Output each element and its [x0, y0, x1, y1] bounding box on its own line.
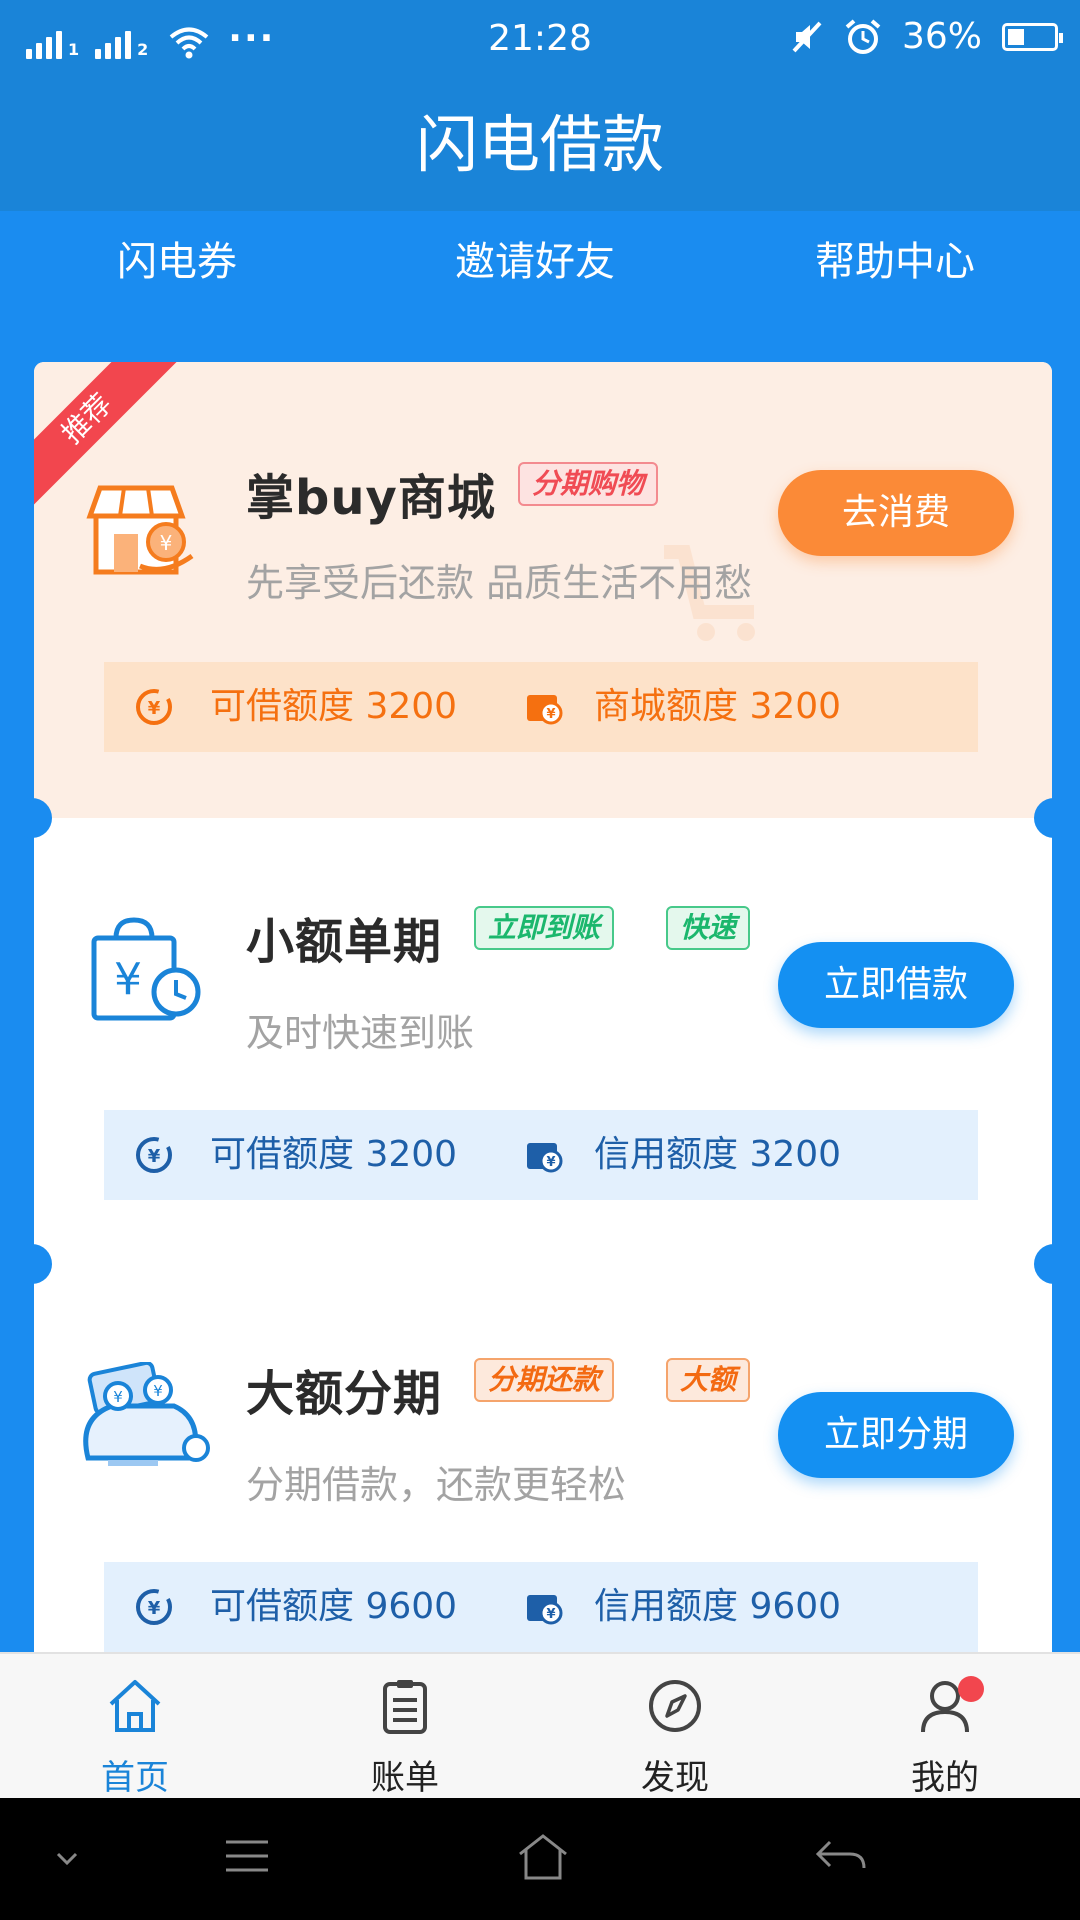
product-desc: 及时快速到账 [246, 1011, 475, 1055]
yuan-cycle-icon: ¥ [136, 689, 172, 725]
notification-dot [958, 1676, 984, 1702]
tab-home[interactable]: 首页 [0, 1654, 270, 1800]
svg-text:¥: ¥ [148, 1598, 161, 1619]
product-name: 掌buy商城 [246, 470, 496, 526]
nav-help-center[interactable]: 帮助中心 [815, 229, 975, 287]
product-tag: 分期购物 [518, 462, 659, 506]
page-title: 闪电借款 [0, 78, 1080, 211]
product-name: 大额分期 [246, 1366, 443, 1422]
available-quota: 可借额度 9600 [210, 1586, 458, 1627]
product-desc: 分期借款，还款更轻松 [246, 1463, 627, 1507]
tab-bill[interactable]: 账单 [270, 1654, 540, 1800]
quota-bar: ¥ 可借额度 9600 ¥ 信用额度 9600 [104, 1562, 978, 1652]
ticket-notch [1034, 1244, 1074, 1284]
product-tag: 大额 [666, 1358, 751, 1402]
product-tag: 快速 [666, 906, 751, 950]
wallet-yuan-icon: ¥ [527, 1143, 563, 1173]
battery-percent: 36% [901, 16, 982, 57]
svg-text:¥: ¥ [546, 1155, 555, 1170]
status-right: 36% [790, 16, 1063, 57]
svg-text:¥: ¥ [546, 707, 555, 722]
money-bag-icon: ¥ ¥ [83, 1362, 210, 1466]
ticket-notch [12, 798, 52, 838]
go-shopping-button[interactable]: 去消费 [778, 470, 1014, 556]
ticket-notch [12, 1244, 52, 1284]
tab-label: 首页 [101, 1758, 169, 1798]
available-quota: 可借额度 3200 [210, 1134, 458, 1175]
svg-text:¥: ¥ [546, 1607, 555, 1622]
yuan-cycle-icon: ¥ [136, 1137, 172, 1173]
alarm-icon [845, 18, 881, 54]
tab-discover[interactable]: 发现 [540, 1654, 810, 1800]
battery-icon [1002, 22, 1063, 51]
nav-coupon[interactable]: 闪电券 [117, 229, 237, 287]
mall-quota: 商城额度 3200 [594, 686, 842, 727]
svg-text:¥: ¥ [153, 1382, 163, 1400]
svg-text:¥: ¥ [148, 698, 161, 719]
quota-bar: ¥ 可借额度 3200 ¥ 信用额度 3200 [104, 1110, 978, 1200]
product-section-mall: 推荐 ¥ 掌buy商城 分期购物 先享受后还款 品质生活不用愁 去消费 ¥ 可借… [34, 362, 1052, 818]
svg-text:¥: ¥ [114, 954, 142, 1005]
wallet-yuan-icon: ¥ [527, 1595, 563, 1625]
menu-icon[interactable] [222, 1836, 272, 1876]
product-tag: 分期还款 [474, 1358, 615, 1402]
tab-label: 发现 [641, 1758, 709, 1798]
product-tag: 立即到账 [474, 906, 615, 950]
credit-quota: 信用额度 3200 [594, 1134, 842, 1175]
product-desc: 先享受后还款 品质生活不用愁 [246, 561, 753, 605]
credit-quota: 信用额度 9600 [594, 1586, 842, 1627]
installment-now-button[interactable]: 立即分期 [778, 1392, 1014, 1478]
top-nav: 闪电券 邀请好友 帮助中心 [0, 211, 1080, 301]
clipboard-icon [383, 1680, 427, 1734]
product-card: 推荐 ¥ 掌buy商城 分期购物 先享受后还款 品质生活不用愁 去消费 ¥ 可借… [34, 362, 1052, 1712]
status-bar: 1 2 ··· 21:28 36% [0, 0, 1080, 78]
quota-bar: ¥ 可借额度 3200 ¥ 商城额度 3200 [104, 662, 978, 752]
chevron-down-icon[interactable] [52, 1844, 82, 1874]
tab-label: 我的 [911, 1758, 979, 1798]
home-outline-icon[interactable] [516, 1832, 570, 1882]
wallet-yuan-icon: ¥ [527, 695, 563, 725]
ticket-notch [1034, 798, 1074, 838]
tab-mine[interactable]: 我的 [810, 1654, 1080, 1800]
back-icon[interactable] [814, 1836, 868, 1876]
yuan-cycle-icon: ¥ [136, 1589, 172, 1625]
svg-text:¥: ¥ [160, 531, 173, 555]
store-icon: ¥ [86, 485, 194, 575]
tab-label: 账单 [371, 1758, 439, 1798]
bottom-tab-bar: 首页 账单 发现 我的 [0, 1652, 1080, 1800]
available-quota: 可借额度 3200 [210, 686, 458, 727]
borrow-now-button[interactable]: 立即借款 [778, 942, 1014, 1028]
home-icon [109, 1680, 161, 1732]
system-nav-bar [0, 1798, 1080, 1920]
svg-text:¥: ¥ [113, 1388, 123, 1406]
product-name: 小额单期 [246, 914, 443, 970]
bag-clock-icon: ¥ [91, 917, 201, 1021]
mute-icon [792, 21, 822, 52]
compass-icon [649, 1680, 701, 1732]
svg-text:¥: ¥ [148, 1146, 161, 1167]
nav-invite-friends[interactable]: 邀请好友 [455, 229, 615, 287]
